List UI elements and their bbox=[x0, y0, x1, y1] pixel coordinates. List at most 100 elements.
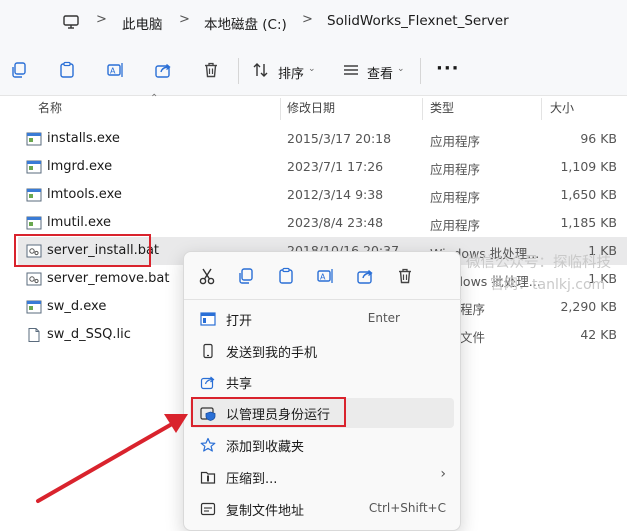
copy-icon[interactable] bbox=[10, 61, 28, 79]
bat-icon bbox=[26, 271, 42, 287]
column-divider[interactable] bbox=[280, 98, 281, 120]
exe-icon bbox=[26, 299, 42, 315]
file-name: server_remove.bat bbox=[47, 271, 170, 286]
file-size: 1,650 KB bbox=[560, 187, 617, 202]
menu-item-share[interactable]: 共享 bbox=[190, 367, 454, 397]
doc-icon bbox=[26, 327, 42, 343]
share-icon bbox=[200, 374, 216, 390]
more-options-button[interactable]: ··· bbox=[436, 58, 460, 79]
file-type: 文件 bbox=[460, 330, 486, 345]
delete-icon[interactable] bbox=[395, 266, 415, 286]
menu-item-compress-to[interactable]: 压缩到... › bbox=[190, 462, 454, 492]
menu-item-label: 共享 bbox=[226, 377, 253, 392]
chevron-right-icon: > bbox=[96, 12, 107, 27]
delete-icon[interactable] bbox=[202, 61, 220, 79]
chevron-right-icon: › bbox=[440, 466, 446, 482]
watermark-website: 官网：tanlkj.com bbox=[490, 277, 606, 293]
path-icon bbox=[200, 501, 216, 517]
file-row[interactable]: lmtools.exe 2012/3/14 9:38 应用程序 1,650 KB bbox=[18, 181, 627, 209]
view-button[interactable]: 查看 bbox=[367, 63, 393, 82]
file-type: 应用程序 bbox=[430, 190, 481, 205]
sort-ascending-icon: ⌃ bbox=[150, 93, 159, 104]
open-icon bbox=[200, 311, 216, 327]
file-row[interactable]: lmgrd.exe 2023/7/1 17:26 应用程序 1,109 KB bbox=[18, 153, 627, 181]
address-bar: > 此电脑 > 本地磁盘 (C:) > SolidWorks_Flexnet_S… bbox=[0, 0, 627, 44]
file-name: lmgrd.exe bbox=[47, 159, 113, 174]
menu-item-label: 打开 bbox=[226, 314, 253, 329]
command-bar: A 排序 ⌄ 查看 ⌄ ··· bbox=[0, 44, 627, 96]
menu-item-send-to-phone[interactable]: 发送到我的手机 bbox=[190, 336, 454, 366]
column-header-name[interactable]: 名称 bbox=[38, 96, 62, 122]
file-name: sw_d_SSQ.lic bbox=[47, 327, 131, 342]
breadcrumb-local-disk[interactable]: 本地磁盘 (C:) bbox=[204, 13, 287, 33]
highlight-box-selected-file bbox=[14, 234, 151, 267]
file-size: 2,290 KB bbox=[560, 299, 617, 314]
file-size: 1,109 KB bbox=[560, 159, 617, 174]
menu-item-shortcut: Enter bbox=[367, 311, 400, 325]
menu-item-add-to-favorites[interactable]: 添加到收藏夹 bbox=[190, 430, 454, 460]
chevron-right-icon: > bbox=[302, 12, 313, 27]
context-menu: A 打开 Enter 发送到我的手机 共享 以管理员身份运行 添加到收藏夹 压缩… bbox=[183, 251, 462, 531]
toolbar-divider bbox=[238, 58, 239, 84]
file-name: lmutil.exe bbox=[47, 215, 112, 230]
file-type: 应用程序 bbox=[430, 162, 481, 177]
menu-item-label: 发送到我的手机 bbox=[226, 346, 318, 361]
file-row[interactable]: installs.exe 2015/3/17 20:18 应用程序 96 KB bbox=[18, 125, 627, 153]
file-date: 2015/3/17 20:18 bbox=[287, 131, 392, 146]
column-header-size[interactable]: 大小 bbox=[550, 96, 574, 122]
cut-icon[interactable] bbox=[197, 266, 217, 286]
file-row[interactable]: lmutil.exe 2023/8/4 23:48 应用程序 1,185 KB bbox=[18, 209, 627, 237]
menu-item-open[interactable]: 打开 Enter bbox=[190, 304, 454, 334]
breadcrumb-current-folder[interactable]: SolidWorks_Flexnet_Server bbox=[327, 13, 509, 29]
file-date: 2023/7/1 17:26 bbox=[287, 159, 384, 174]
chevron-right-icon: > bbox=[179, 12, 190, 27]
paste-icon[interactable] bbox=[58, 61, 76, 79]
column-header-type[interactable]: 类型 bbox=[430, 96, 454, 122]
exe-icon bbox=[26, 187, 42, 203]
menu-item-label: 复制文件地址 bbox=[226, 504, 305, 519]
highlight-box-run-as-admin bbox=[191, 397, 346, 427]
copy-icon[interactable] bbox=[236, 266, 256, 286]
rename-icon[interactable]: A bbox=[106, 61, 124, 79]
file-size: 1,185 KB bbox=[560, 215, 617, 230]
menu-divider bbox=[184, 299, 462, 300]
exe-icon bbox=[26, 131, 42, 147]
svg-text:A: A bbox=[320, 273, 326, 282]
file-name: lmtools.exe bbox=[47, 187, 122, 202]
exe-icon bbox=[26, 159, 42, 175]
exe-icon bbox=[26, 215, 42, 231]
file-name: sw_d.exe bbox=[47, 299, 107, 314]
menu-item-label: 添加到收藏夹 bbox=[226, 440, 305, 455]
watermark-wechat: 微信公众号：探临科技 bbox=[466, 255, 611, 271]
file-type: 应用程序 bbox=[430, 134, 481, 149]
menu-item-label: 压缩到... bbox=[226, 472, 278, 487]
file-type: 程序 bbox=[460, 302, 486, 317]
share-icon[interactable] bbox=[355, 266, 375, 286]
column-divider[interactable] bbox=[422, 98, 423, 120]
rename-icon[interactable]: A bbox=[315, 266, 335, 286]
toolbar-divider bbox=[420, 58, 421, 84]
file-name: installs.exe bbox=[47, 131, 120, 146]
chevron-down-icon: ⌄ bbox=[308, 64, 316, 74]
sort-icon[interactable] bbox=[252, 61, 270, 79]
menu-item-shortcut: Ctrl+Shift+C bbox=[368, 501, 446, 515]
column-divider[interactable] bbox=[541, 98, 542, 120]
svg-text:A: A bbox=[110, 67, 116, 76]
phone-icon bbox=[200, 343, 216, 359]
share-icon[interactable] bbox=[154, 61, 172, 79]
file-date: 2012/3/14 9:38 bbox=[287, 187, 384, 202]
monitor-icon[interactable] bbox=[62, 13, 80, 31]
star-icon bbox=[200, 437, 216, 453]
menu-item-copy-path[interactable]: 复制文件地址 Ctrl+Shift+C bbox=[190, 494, 454, 524]
file-date: 2023/8/4 23:48 bbox=[287, 215, 384, 230]
file-size: 42 KB bbox=[580, 327, 617, 342]
view-icon[interactable] bbox=[342, 61, 360, 79]
file-type: 应用程序 bbox=[430, 218, 481, 233]
breadcrumb-this-pc[interactable]: 此电脑 bbox=[122, 13, 163, 33]
paste-icon[interactable] bbox=[276, 266, 296, 286]
file-size: 96 KB bbox=[580, 131, 617, 146]
zip-icon bbox=[200, 469, 216, 485]
chevron-down-icon: ⌄ bbox=[397, 64, 405, 74]
column-header-date[interactable]: 修改日期 bbox=[287, 96, 335, 122]
sort-button[interactable]: 排序 bbox=[278, 63, 304, 82]
